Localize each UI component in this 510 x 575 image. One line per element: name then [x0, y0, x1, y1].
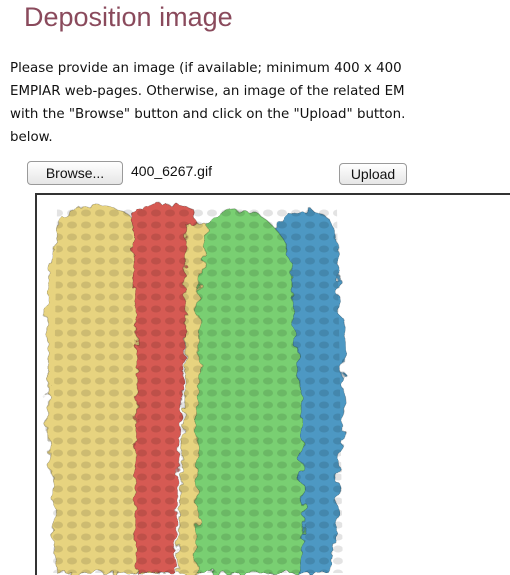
deposition-image-page: Deposition image Please provide an image… — [0, 0, 510, 575]
description-line: EMPIAR web-pages. Otherwise, an image of… — [10, 84, 405, 99]
description-line: Please provide an image (if available; m… — [10, 61, 402, 76]
upload-button[interactable]: Upload — [339, 163, 407, 185]
section-title: Deposition image — [24, 2, 233, 32]
surface-texture — [51, 209, 343, 573]
browse-button[interactable]: Browse... — [27, 161, 123, 185]
image-preview-frame — [35, 193, 510, 575]
protein-structure-image — [46, 203, 346, 574]
description-text: Please provide an image (if available; m… — [10, 57, 510, 149]
description-line: below. — [10, 130, 53, 145]
selected-file-name: 400_6267.gif — [131, 163, 212, 179]
description-line: with the "Browse" button and click on th… — [10, 107, 406, 122]
